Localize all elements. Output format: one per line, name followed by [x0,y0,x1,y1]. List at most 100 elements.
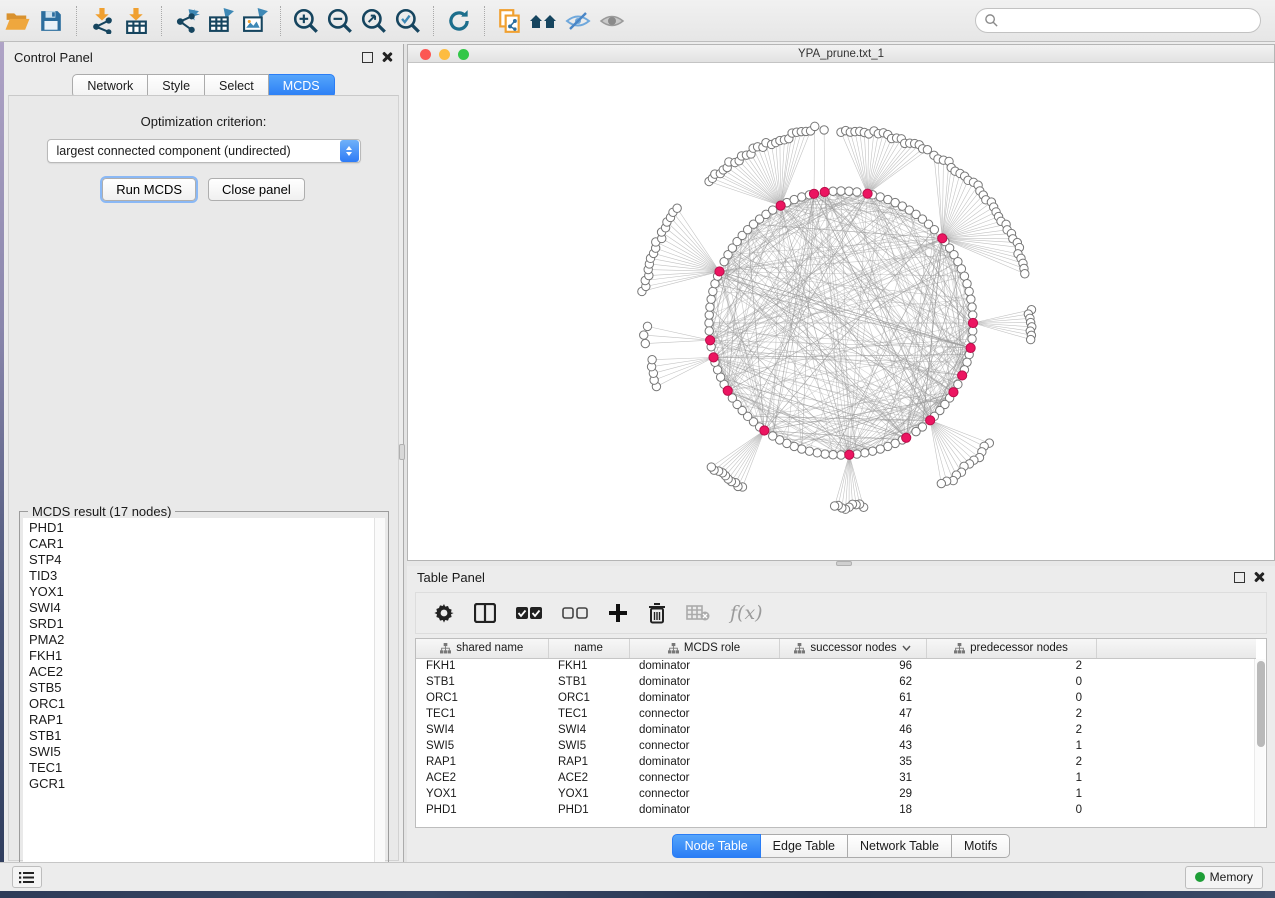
mcds-result-item[interactable]: GCR1 [29,776,374,792]
cell-name[interactable]: SWI4 [548,722,629,738]
open-file-icon[interactable] [0,6,34,36]
table-row[interactable]: PHD1PHD1dominator180 [416,802,1256,818]
copy-network-icon[interactable] [493,6,527,36]
mcds-hub-node[interactable] [902,433,911,442]
mcds-result-list[interactable]: PHD1CAR1STP4TID3YOX1SWI4SRD1PMA2FKH1ACE2… [23,518,374,879]
network-node[interactable] [705,327,713,335]
table-scrollbar[interactable] [1254,659,1265,827]
cell-name[interactable]: ORC1 [548,690,629,706]
zoom-out-icon[interactable] [323,6,357,36]
network-node[interactable] [912,427,920,435]
network-node[interactable] [845,187,853,195]
save-session-icon[interactable] [34,6,68,36]
cell-name[interactable]: PHD1 [548,802,629,818]
table-row[interactable]: YOX1YOX1connector291 [416,786,1256,802]
table-scrollbar-thumb[interactable] [1257,661,1265,747]
cell-successor-nodes[interactable]: 61 [779,690,926,706]
tab-network-table[interactable]: Network Table [848,834,952,858]
close-panel-icon[interactable] [1253,571,1265,583]
mcds-result-item[interactable]: RAP1 [29,712,374,728]
network-window-titlebar[interactable]: YPA_prune.txt_1 [408,45,1274,63]
tab-motifs[interactable]: Motifs [952,834,1010,858]
network-node[interactable] [769,206,777,214]
cell-MCDS-role[interactable]: connector [629,786,779,802]
cell-shared-name[interactable]: SWI4 [416,722,548,738]
network-node[interactable] [705,319,713,327]
cell-shared-name[interactable]: STB1 [416,674,548,690]
cell-predecessor-nodes[interactable]: 2 [926,754,1096,770]
network-leaf-node[interactable] [643,322,651,330]
cell-MCDS-role[interactable]: connector [629,738,779,754]
tab-edge-table[interactable]: Edge Table [761,834,848,858]
float-panel-icon[interactable] [362,52,373,63]
mcds-hub-node[interactable] [723,386,732,395]
network-leaf-node[interactable] [640,331,648,339]
cell-successor-nodes[interactable]: 29 [779,786,926,802]
network-node[interactable] [965,287,973,295]
network-node[interactable] [954,380,962,388]
table-row[interactable]: ACE2ACE2connector311 [416,770,1256,786]
cell-MCDS-role[interactable]: dominator [629,722,779,738]
mcds-result-item[interactable]: PMA2 [29,632,374,648]
search-input[interactable] [999,14,1252,28]
mcds-result-item[interactable]: ACE2 [29,664,374,680]
cell-name[interactable]: RAP1 [548,754,629,770]
network-canvas[interactable] [408,63,1274,560]
table-row[interactable]: FKH1FKH1dominator962 [416,658,1256,674]
cell-MCDS-role[interactable]: dominator [629,690,779,706]
float-panel-icon[interactable] [1234,572,1245,583]
mcds-result-item[interactable]: FKH1 [29,648,374,664]
cell-MCDS-role[interactable]: connector [629,770,779,786]
network-leaf-node[interactable] [641,339,649,347]
mcds-hub-node[interactable] [968,318,977,327]
select-all-icon[interactable] [516,606,542,620]
network-node[interactable] [709,287,717,295]
cell-name[interactable]: ACE2 [548,770,629,786]
deselect-all-icon[interactable] [562,606,588,620]
mcds-result-item[interactable]: TEC1 [29,760,374,776]
column-header-MCDS-role[interactable]: MCDS role [629,639,779,658]
network-node[interactable] [707,295,715,303]
cell-shared-name[interactable]: FKH1 [416,658,548,674]
export-image-icon[interactable] [238,6,272,36]
mcds-hub-node[interactable] [776,201,785,210]
column-header-name[interactable]: name [548,639,629,658]
table-row[interactable]: SWI4SWI4dominator462 [416,722,1256,738]
close-panel-button[interactable]: Close panel [208,178,305,201]
export-table-icon[interactable] [204,6,238,36]
cell-successor-nodes[interactable]: 31 [779,770,926,786]
cell-successor-nodes[interactable]: 96 [779,658,926,674]
run-mcds-button[interactable]: Run MCDS [102,178,196,201]
network-node[interactable] [967,295,975,303]
network-node[interactable] [705,311,713,319]
cell-successor-nodes[interactable]: 18 [779,802,926,818]
mcds-hub-node[interactable] [706,336,715,345]
network-leaf-node[interactable] [820,126,828,134]
cell-MCDS-role[interactable]: connector [629,706,779,722]
mcds-hub-node[interactable] [715,267,724,276]
network-node[interactable] [968,303,976,311]
network-leaf-node[interactable] [811,122,819,130]
network-leaf-node[interactable] [830,502,838,510]
network-node[interactable] [837,451,845,459]
network-leaf-node[interactable] [937,479,945,487]
memory-button[interactable]: Memory [1185,866,1263,889]
columns-icon[interactable] [474,603,496,623]
window-minimize-icon[interactable] [439,49,450,60]
cell-MCDS-role[interactable]: dominator [629,658,779,674]
window-close-icon[interactable] [420,49,431,60]
network-leaf-node[interactable] [673,204,681,212]
delete-icon[interactable] [648,603,666,624]
network-node[interactable] [876,445,884,453]
import-table-icon[interactable] [119,6,153,36]
hide-selected-icon[interactable] [561,6,595,36]
table-row[interactable]: TEC1TEC1connector472 [416,706,1256,722]
mcds-result-item[interactable]: SWI5 [29,744,374,760]
cell-successor-nodes[interactable]: 43 [779,738,926,754]
mcds-hub-node[interactable] [863,189,872,198]
network-node[interactable] [805,447,813,455]
column-header-predecessor-nodes[interactable]: predecessor nodes [926,639,1096,658]
table-row[interactable]: STB1STB1dominator620 [416,674,1256,690]
cell-predecessor-nodes[interactable]: 0 [926,690,1096,706]
gear-icon[interactable] [434,603,454,623]
